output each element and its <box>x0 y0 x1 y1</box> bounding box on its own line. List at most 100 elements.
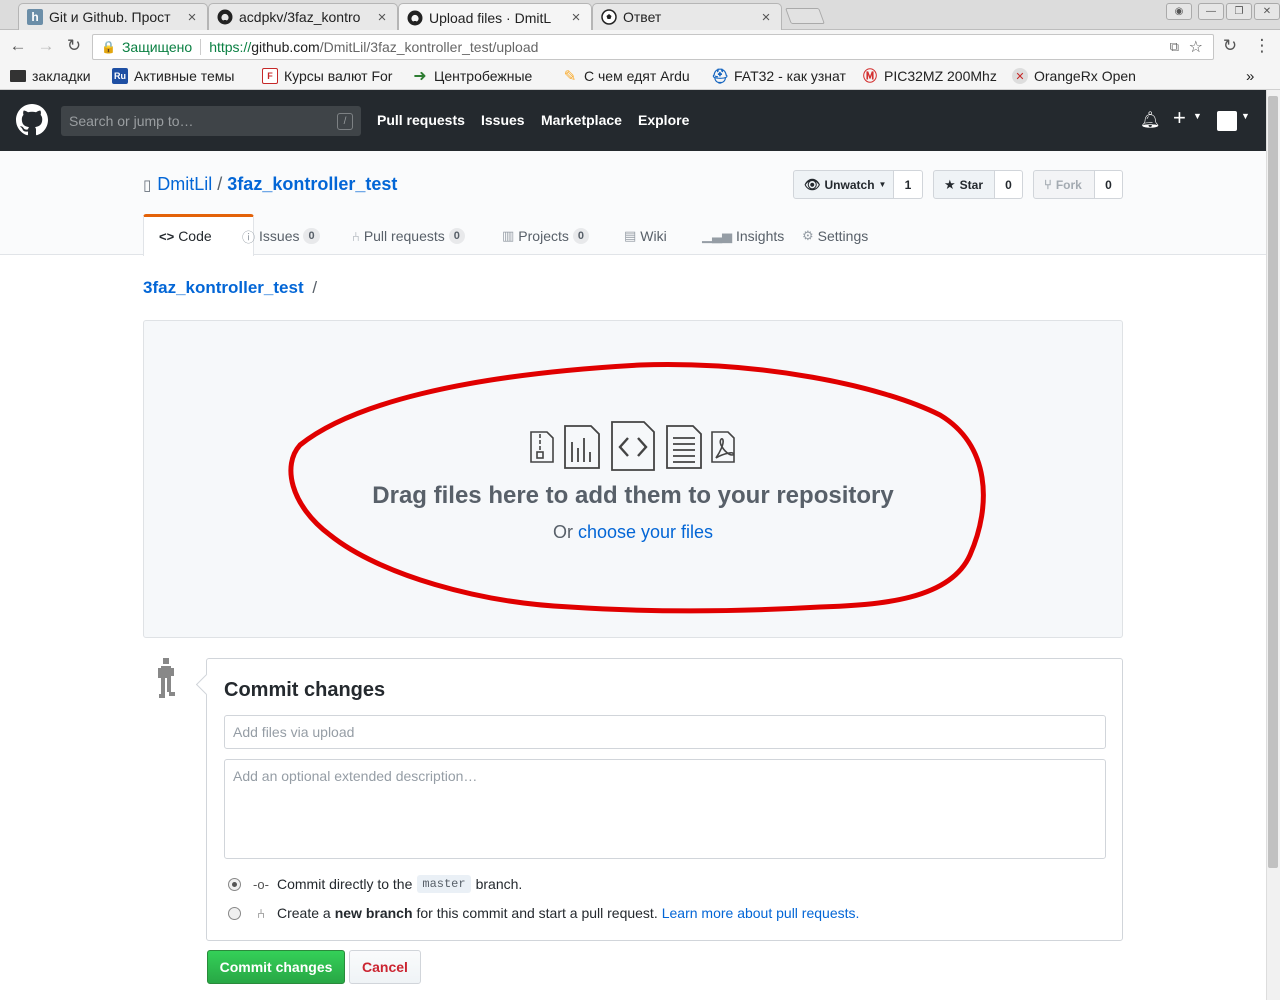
repo-owner-link[interactable]: DmitLil <box>157 174 212 195</box>
tab-label: Issues <box>259 228 300 244</box>
browser-tab-3-active[interactable]: Upload files · DmitL × <box>398 3 592 31</box>
browser-tab-4[interactable]: Ответ × <box>592 3 782 30</box>
gear-icon: ⚙ <box>802 228 814 243</box>
window-close-icon[interactable]: ✕ <box>1254 3 1280 20</box>
nav-explore[interactable]: Explore <box>638 112 689 128</box>
chevron-down-icon[interactable]: ▼ <box>1241 111 1250 121</box>
habr-favicon-icon: h <box>27 9 43 25</box>
bookmark-label: PIC32MZ 200Mhz <box>884 68 997 84</box>
star-count[interactable]: 0 <box>995 170 1023 199</box>
tab-projects[interactable]: ▥ Projects 0 <box>502 226 589 246</box>
bookmark-item[interactable]: ⛑ FAT32 - как узнат <box>712 67 850 85</box>
cancel-button[interactable]: Cancel <box>349 950 421 984</box>
bookmark-item[interactable]: ➜ Центробежные <box>412 67 548 85</box>
bookmark-item[interactable]: Ⓜ PIC32MZ 200Mhz <box>862 67 1000 85</box>
close-icon[interactable]: × <box>375 9 389 26</box>
avatar[interactable] <box>1217 111 1237 131</box>
option-bold-text: new branch <box>334 905 413 921</box>
star-icon: ★ <box>944 176 956 192</box>
repo-title: ▯ DmitLil / 3faz_kontroller_test <box>143 174 397 195</box>
star-button[interactable]: ★ Star <box>933 170 995 199</box>
projects-counter: 0 <box>572 228 589 244</box>
nav-marketplace[interactable]: Marketplace <box>541 112 622 128</box>
bookmark-label: FAT32 - как узнат <box>734 68 846 84</box>
search-placeholder: Search or jump to… <box>69 113 194 129</box>
commit-description-textarea[interactable] <box>224 759 1106 859</box>
option-text: Create a <box>277 905 331 921</box>
browser-tab-1[interactable]: h Git и Github. Прост × <box>18 3 208 30</box>
new-branch-option[interactable]: ⑃ Create a new branch for this commit an… <box>228 903 859 923</box>
repo-icon: ▯ <box>143 176 152 194</box>
search-input[interactable]: Search or jump to… / <box>61 106 361 136</box>
tab-wiki[interactable]: ▤ Wiki <box>624 226 667 246</box>
bookmark-star-icon[interactable]: ☆ <box>1189 37 1203 57</box>
pull-request-icon: ⑃ <box>352 228 360 244</box>
maximize-icon[interactable]: ❐ <box>1226 3 1252 20</box>
tab-settings[interactable]: ⚙ Settings <box>802 226 868 246</box>
commit-changes-button[interactable]: Commit changes <box>207 950 345 984</box>
back-arrow-icon[interactable]: ← <box>8 36 28 56</box>
star-label: Star <box>959 177 983 192</box>
unwatch-button[interactable]: 👁︎ Unwatch ▼ <box>793 170 894 199</box>
commit-direct-option[interactable]: -o- Commit directly to the master branch… <box>228 874 522 894</box>
bookmark-item[interactable]: ✎ С чем едят Ardu <box>562 67 698 85</box>
forward-arrow-icon[interactable]: → <box>36 36 56 56</box>
extension-icon[interactable]: ↻ <box>1220 36 1240 56</box>
url-path: /DmitLil/3faz_kontroller_test/upload <box>319 39 539 55</box>
folder-icon <box>10 70 26 82</box>
git-commit-icon: -o- <box>253 876 269 892</box>
bookmarks-overflow-icon[interactable]: » <box>1246 67 1262 85</box>
zip-file-icon <box>530 431 554 463</box>
translate-icon[interactable]: ⧉ <box>1170 39 1179 55</box>
watch-count[interactable]: 1 <box>894 170 923 199</box>
bell-icon[interactable]: 🔔︎ <box>1140 110 1160 130</box>
tab-label: Code <box>178 228 212 244</box>
address-bar[interactable]: 🔒 Защищено https:// github.com /DmitLil/… <box>92 34 1214 60</box>
bookmark-item[interactable]: ✕ OrangeRx Open <box>1012 67 1150 85</box>
fork-button[interactable]: ⑂ Fork <box>1033 170 1095 199</box>
learn-more-link[interactable]: Learn more about pull requests. <box>662 905 860 921</box>
file-drop-zone[interactable] <box>143 320 1123 638</box>
close-icon[interactable]: × <box>185 9 199 26</box>
bookmark-item[interactable]: Ru Активные темы <box>112 67 248 85</box>
minimize-icon[interactable]: — <box>1198 3 1224 20</box>
fork-label: Fork <box>1055 177 1082 192</box>
close-icon[interactable]: × <box>569 9 583 26</box>
breadcrumb: 3faz_kontroller_test / <box>143 278 317 298</box>
close-icon[interactable]: × <box>759 9 773 26</box>
tab-title: acdpkv/3faz_kontro <box>239 9 361 25</box>
fork-count[interactable]: 0 <box>1095 170 1123 199</box>
commit-message-input[interactable] <box>224 715 1106 749</box>
bookmark-item[interactable]: F Курсы валют For <box>262 67 400 85</box>
nav-pull-requests[interactable]: Pull requests <box>377 112 465 128</box>
chart-file-icon <box>564 425 600 469</box>
github-logo-icon[interactable] <box>16 104 48 139</box>
browser-tab-2[interactable]: acdpkv/3faz_kontro × <box>208 3 398 30</box>
commit-direct-radio[interactable] <box>228 877 241 891</box>
path-separator: / <box>217 174 223 194</box>
soccer-ball-icon <box>601 9 617 25</box>
tab-issues[interactable]: ⓘ Issues 0 <box>242 226 320 246</box>
repo-name-link[interactable]: 3faz_kontroller_test <box>227 174 397 195</box>
chevron-down-icon[interactable]: ▼ <box>1193 111 1202 121</box>
choose-files-link[interactable]: choose your files <box>578 522 713 542</box>
nav-issues[interactable]: Issues <box>481 112 525 128</box>
plus-icon[interactable]: + <box>1173 105 1186 131</box>
user-avatar[interactable] <box>150 656 184 708</box>
browser-tab-strip: h Git и Github. Прост × acdpkv/3faz_kont… <box>0 0 1280 31</box>
menu-dots-icon[interactable]: ⋮ <box>1252 36 1272 56</box>
tab-insights[interactable]: ▁▃▅ Insights <box>702 226 784 246</box>
scrollbar-thumb[interactable] <box>1268 96 1278 868</box>
reload-icon[interactable]: ↻ <box>64 36 84 56</box>
profile-icon[interactable]: ◉ <box>1166 3 1192 20</box>
tab-code[interactable]: <> Code <box>159 226 212 246</box>
eye-icon: 👁︎ <box>804 176 821 192</box>
new-branch-radio[interactable] <box>228 906 241 920</box>
tab-pull-requests[interactable]: ⑃ Pull requests 0 <box>352 226 465 246</box>
drop-zone-subtitle: Or choose your files <box>143 522 1123 543</box>
new-tab-button[interactable] <box>785 8 825 24</box>
bookmark-folder[interactable]: закладки <box>10 67 106 85</box>
breadcrumb-repo-link[interactable]: 3faz_kontroller_test <box>143 278 304 297</box>
helmet-icon: ⛑ <box>712 67 729 84</box>
chevron-down-icon: ▼ <box>878 180 887 189</box>
